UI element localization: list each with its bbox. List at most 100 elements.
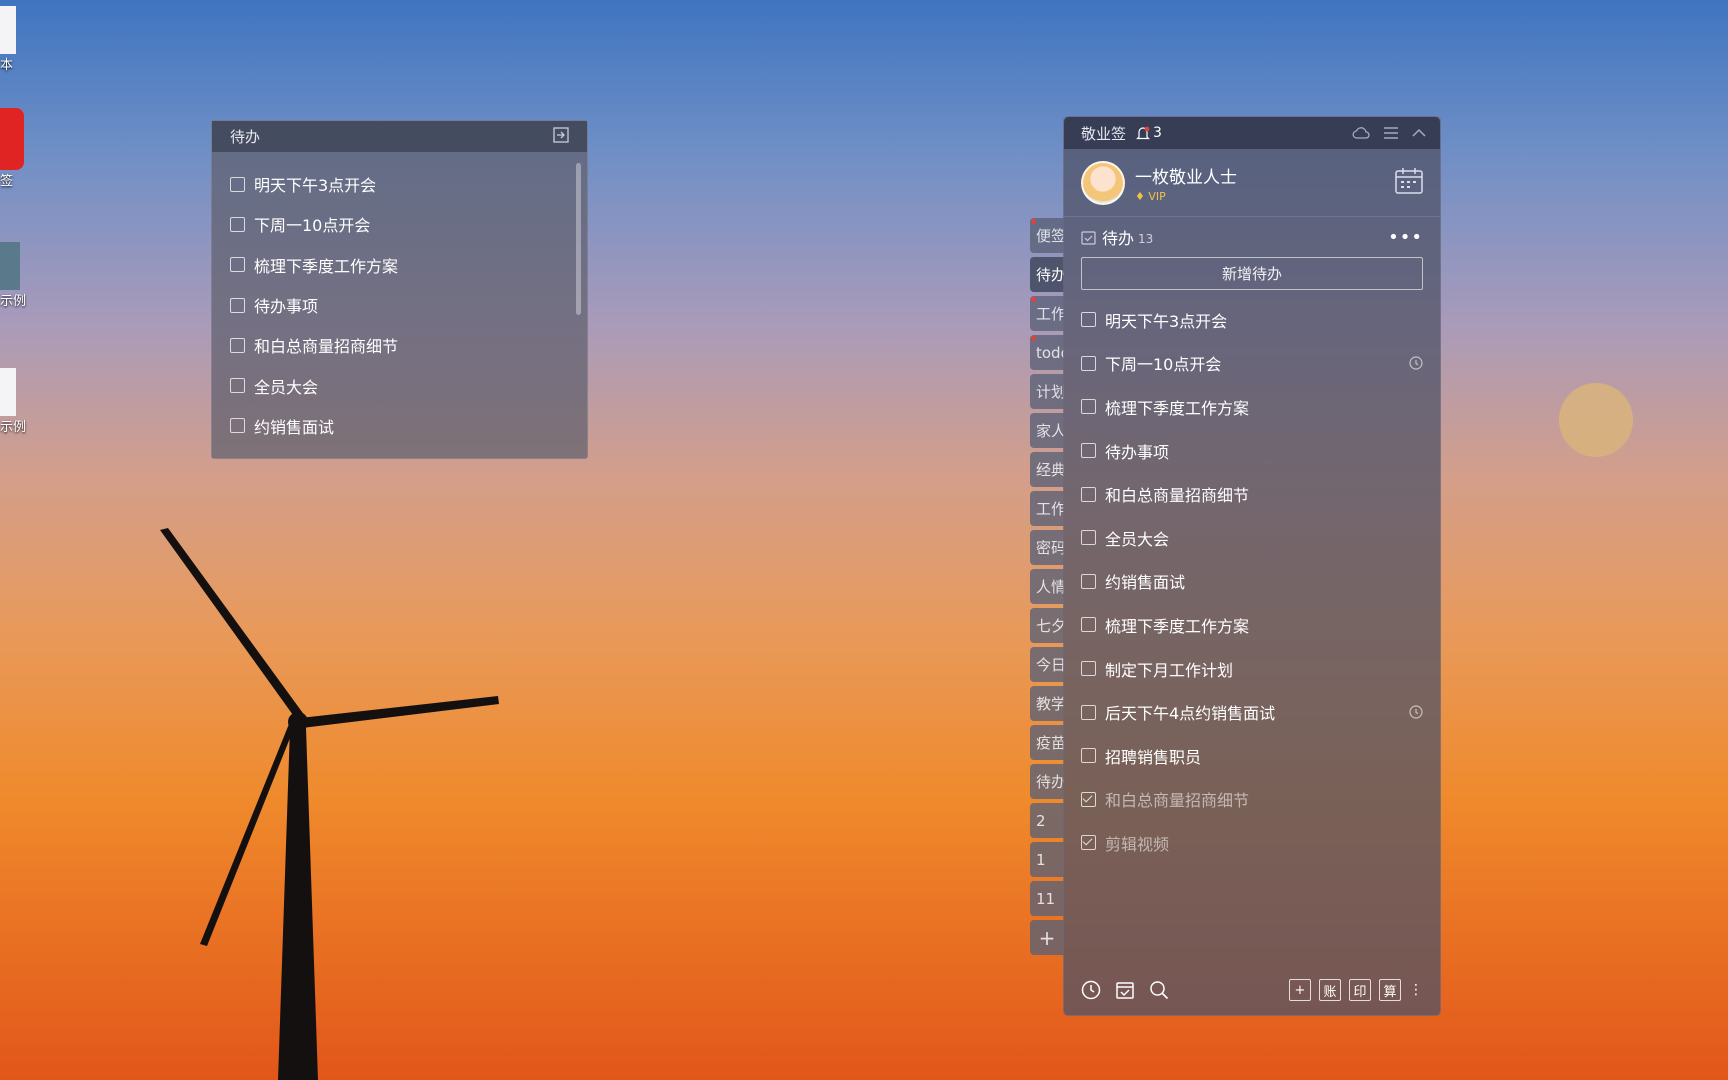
todo-item[interactable]: 招聘销售职员 bbox=[1064, 734, 1440, 778]
checkbox[interactable] bbox=[1081, 573, 1096, 589]
checkbox[interactable] bbox=[230, 418, 245, 434]
mini-todo-item[interactable]: 明天下午3点开会 bbox=[212, 164, 587, 204]
tool-button[interactable]: 账 bbox=[1319, 979, 1341, 1001]
checkbox[interactable] bbox=[1081, 443, 1096, 459]
add-category-button[interactable]: + bbox=[1030, 920, 1064, 955]
cloud-sync-icon[interactable] bbox=[1352, 126, 1370, 140]
todo-item[interactable]: 下周一10点开会 bbox=[1064, 342, 1440, 386]
checkbox[interactable] bbox=[1081, 748, 1096, 764]
category-tab[interactable]: todo bbox=[1030, 335, 1064, 370]
todo-item[interactable]: 明天下午3点开会 bbox=[1064, 298, 1440, 342]
mini-todo-text: 约销售面试 bbox=[254, 417, 335, 437]
checkbox[interactable] bbox=[1081, 704, 1096, 720]
category-tab[interactable]: 计划 bbox=[1030, 374, 1064, 409]
desktop-shortcut[interactable]: 本 bbox=[0, 0, 40, 73]
category-tab[interactable]: 今日 bbox=[1030, 647, 1064, 682]
todo-item[interactable]: 约销售面试 bbox=[1064, 560, 1440, 604]
category-tab[interactable]: 工作 bbox=[1030, 491, 1064, 526]
todo-item[interactable]: 全员大会 bbox=[1064, 516, 1440, 560]
mini-todo-text: 明天下午3点开会 bbox=[254, 176, 377, 196]
category-tab-label: 疫苗 bbox=[1036, 734, 1064, 752]
category-tab[interactable]: 2 bbox=[1030, 803, 1064, 838]
category-tab[interactable]: 待办 bbox=[1030, 764, 1064, 799]
avatar[interactable] bbox=[1081, 160, 1125, 205]
category-tab[interactable]: 疫苗 bbox=[1030, 725, 1064, 760]
mini-todo-item[interactable]: 待办事项 bbox=[212, 285, 587, 325]
mini-todo-item[interactable]: 和白总商量招商细节 bbox=[212, 325, 587, 365]
footer-more-icon[interactable]: ⋮ bbox=[1409, 983, 1423, 997]
category-tab[interactable]: 待办 bbox=[1030, 257, 1064, 292]
desktop-shortcut[interactable]: 签 bbox=[0, 108, 40, 189]
todo-item[interactable]: 和白总商量招商细节 bbox=[1064, 472, 1440, 516]
notification-button[interactable]: 3 bbox=[1136, 125, 1162, 141]
checkbox[interactable] bbox=[1081, 355, 1096, 371]
todo-text: 制定下月工作计划 bbox=[1105, 660, 1234, 680]
mini-todo-item[interactable]: 梳理下季度工作方案 bbox=[212, 245, 587, 285]
category-tab[interactable]: 密码 bbox=[1030, 530, 1064, 565]
todo-item[interactable]: 和白总商量招商细节 bbox=[1064, 778, 1440, 822]
checkbox[interactable] bbox=[230, 257, 245, 273]
category-tab[interactable]: 1 bbox=[1030, 842, 1064, 877]
alarm-icon bbox=[1409, 705, 1423, 719]
todo-check-icon bbox=[1081, 230, 1096, 245]
mini-todo-text: 待办事项 bbox=[254, 297, 319, 317]
todo-item[interactable]: 制定下月工作计划 bbox=[1064, 647, 1440, 691]
mini-todo-item[interactable]: 下周一10点开会 bbox=[212, 204, 587, 244]
collapse-icon[interactable] bbox=[1412, 128, 1426, 138]
clock-icon[interactable] bbox=[1081, 980, 1101, 1000]
calendar-icon[interactable] bbox=[1395, 167, 1423, 198]
todo-item[interactable]: 梳理下季度工作方案 bbox=[1064, 385, 1440, 429]
exit-icon[interactable] bbox=[553, 126, 569, 147]
alarm-icon bbox=[1409, 356, 1423, 370]
todo-item[interactable]: 剪辑视频 bbox=[1064, 821, 1440, 865]
desktop-shortcut[interactable]: 示例 bbox=[0, 238, 40, 309]
todo-item[interactable]: 梳理下季度工作方案 bbox=[1064, 603, 1440, 647]
file-icon bbox=[0, 368, 16, 416]
checkbox[interactable] bbox=[1081, 791, 1096, 807]
search-icon[interactable] bbox=[1149, 980, 1169, 1000]
desktop-shortcut-label: 签 bbox=[0, 174, 14, 189]
checkbox[interactable] bbox=[1081, 617, 1096, 633]
todo-panel[interactable]: 敬业签 3 一枚敬业人士 ♦ VIP 待办 13 ••• 新增待办 明天下午3点… bbox=[1063, 116, 1441, 1016]
category-tab[interactable]: 家人 bbox=[1030, 413, 1064, 448]
mini-todo-item[interactable]: 约销售面试 bbox=[212, 406, 587, 446]
spreadsheet-icon bbox=[0, 242, 20, 290]
category-tab[interactable]: 经典 bbox=[1030, 452, 1064, 487]
category-tab[interactable]: 工作 bbox=[1030, 296, 1064, 331]
scrollbar[interactable] bbox=[576, 163, 581, 315]
todo-item[interactable]: 后天下午4点约销售面试 bbox=[1064, 690, 1440, 734]
checkbox[interactable] bbox=[1081, 312, 1096, 328]
todo-mini-widget[interactable]: 待办 明天下午3点开会下周一10点开会 梳理下季度工作方案待办事项和白总商量招商细… bbox=[211, 120, 588, 459]
checklist-icon[interactable] bbox=[1115, 980, 1135, 1000]
checkbox[interactable] bbox=[1081, 399, 1096, 415]
checkbox[interactable] bbox=[230, 337, 245, 353]
checkbox[interactable] bbox=[230, 176, 245, 192]
desktop-shortcut[interactable]: 示例 bbox=[0, 362, 40, 435]
new-note-button[interactable]: + bbox=[1289, 979, 1311, 1001]
category-tab[interactable]: 七夕 bbox=[1030, 608, 1064, 643]
checkbox[interactable] bbox=[1081, 835, 1096, 851]
mini-widget-header[interactable]: 待办 bbox=[212, 121, 587, 152]
todo-item[interactable]: 待办事项 bbox=[1064, 429, 1440, 473]
category-tab[interactable]: 11 bbox=[1030, 881, 1064, 916]
mini-todo-item[interactable]: 全员大会 bbox=[212, 365, 587, 405]
category-tab[interactable]: 人情 bbox=[1030, 569, 1064, 604]
checkbox[interactable] bbox=[1081, 530, 1096, 546]
app-red-icon bbox=[0, 108, 24, 170]
tool-button[interactable]: 印 bbox=[1349, 979, 1371, 1001]
todo-title: 待办 bbox=[1102, 229, 1135, 248]
checkbox[interactable] bbox=[1081, 486, 1096, 502]
category-tabs: 便签待办工作todo计划家人经典工作密码人情七夕今日教学疫苗待办2111+ bbox=[1030, 218, 1064, 959]
add-todo-button[interactable]: 新增待办 bbox=[1081, 257, 1423, 290]
menu-icon[interactable] bbox=[1384, 127, 1398, 139]
category-tab[interactable]: 教学 bbox=[1030, 686, 1064, 721]
tool-button[interactable]: 算 bbox=[1379, 979, 1401, 1001]
checkbox[interactable] bbox=[230, 297, 245, 313]
checkbox[interactable] bbox=[230, 378, 245, 394]
checkbox[interactable] bbox=[1081, 661, 1096, 677]
checkbox[interactable] bbox=[230, 216, 245, 232]
category-tab[interactable]: 便签 bbox=[1030, 218, 1064, 253]
more-options-icon[interactable]: ••• bbox=[1388, 227, 1423, 248]
panel-titlebar[interactable]: 敬业签 3 bbox=[1064, 117, 1440, 149]
todo-text: 待办事项 bbox=[1105, 442, 1170, 462]
